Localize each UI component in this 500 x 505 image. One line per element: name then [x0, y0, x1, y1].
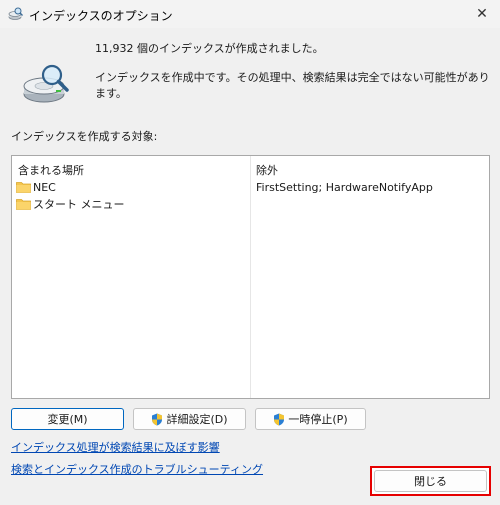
indexing-options-icon — [8, 7, 23, 20]
list-item-excluded: FirstSetting; HardwareNotifyApp — [256, 181, 433, 194]
uac-shield-icon — [274, 413, 285, 425]
close-button[interactable]: 閉じる — [374, 470, 487, 492]
pause-button-label: 一時停止(P) — [288, 413, 348, 426]
locations-section-label: インデックスを作成する対象: — [11, 130, 158, 143]
list-item-name: NEC — [33, 180, 56, 194]
close-icon: ✕ — [476, 6, 488, 22]
folder-icon — [16, 199, 31, 210]
list-item-name: スタート メニュー — [33, 198, 125, 211]
locations-list[interactable]: 含まれる場所 除外 NEC FirstSetting; HardwareNoti… — [11, 155, 490, 399]
indexing-impact-link[interactable]: インデックス処理が検索結果に及ぼす影響 — [11, 439, 220, 455]
title-bar: インデックスのオプション ✕ — [0, 0, 500, 28]
window-close-button[interactable]: ✕ — [464, 0, 500, 28]
folder-icon — [16, 182, 31, 193]
column-header-excluded[interactable]: 除外 — [256, 162, 278, 178]
column-divider — [250, 156, 251, 398]
pause-button[interactable]: 一時停止(P) — [255, 408, 366, 430]
drive-magnifier-icon — [23, 64, 69, 103]
index-count-message: 11,932 個のインデックスが作成されました。 — [95, 42, 324, 55]
troubleshoot-link[interactable]: 検索とインデックス作成のトラブルシューティング — [11, 461, 263, 477]
index-progress-message: インデックスを作成中です。その処理中、検索結果は完全ではない可能性があります。 — [95, 71, 490, 100]
window-title: インデックスのオプション — [29, 9, 173, 23]
close-button-highlight: 閉じる — [370, 466, 491, 496]
column-header-included[interactable]: 含まれる場所 — [18, 162, 84, 178]
uac-shield-icon — [152, 413, 163, 425]
modify-button[interactable]: 変更(M) — [11, 408, 124, 430]
list-item[interactable]: NEC — [16, 179, 56, 195]
advanced-button[interactable]: 詳細設定(D) — [133, 408, 246, 430]
advanced-button-label: 詳細設定(D) — [166, 413, 228, 426]
list-item[interactable]: スタート メニュー — [16, 196, 125, 212]
